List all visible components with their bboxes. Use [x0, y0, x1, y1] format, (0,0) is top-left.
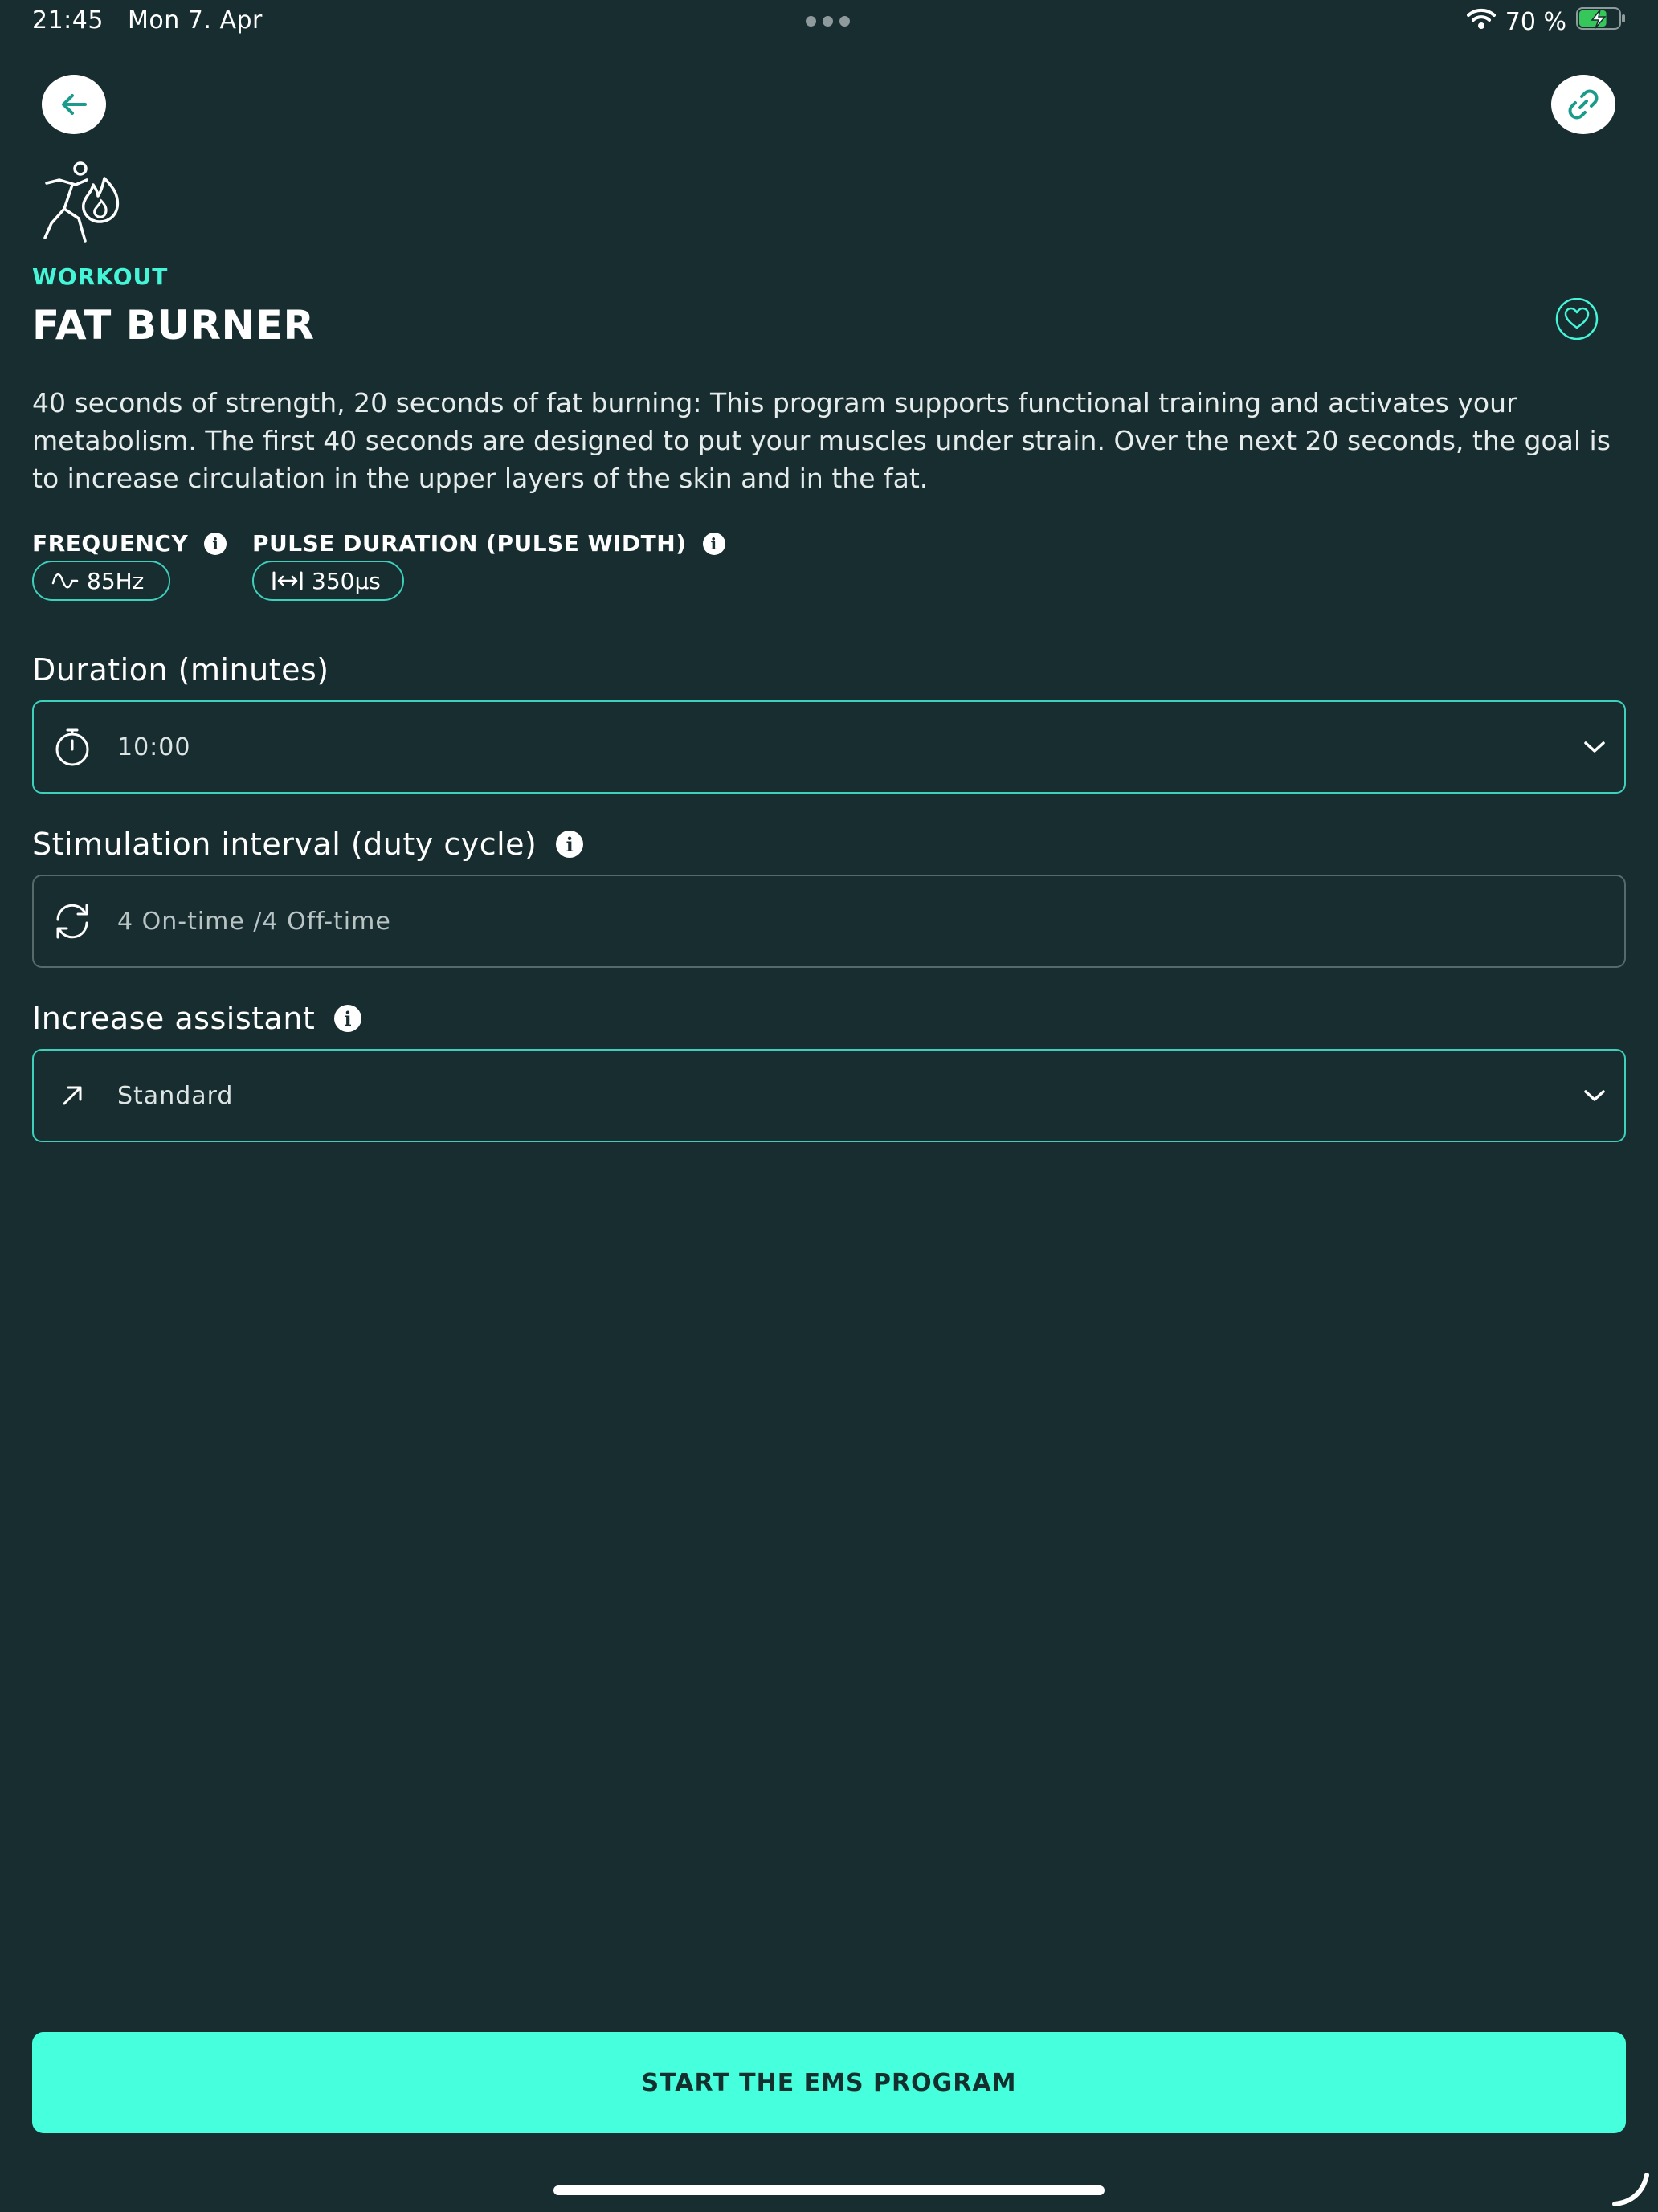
interval-label: Stimulation interval (duty cycle)	[32, 826, 537, 862]
program-title: FAT BURNER	[32, 302, 315, 349]
corner-gesture-icon	[1610, 2169, 1652, 2212]
interval-label-row: Stimulation interval (duty cycle) i	[32, 826, 584, 862]
assistant-label: Increase assistant	[32, 1001, 316, 1036]
battery-percent: 70 %	[1505, 7, 1566, 36]
share-link-button[interactable]	[1551, 75, 1615, 134]
back-button[interactable]	[42, 75, 106, 134]
runner-fire-icon	[40, 161, 124, 251]
frequency-label: FREQUENCY	[32, 530, 189, 557]
status-right: 70 %	[1466, 6, 1626, 37]
frequency-label-row: FREQUENCY i	[32, 530, 227, 557]
frequency-value: 85Hz	[87, 567, 145, 594]
frequency-info-icon[interactable]: i	[204, 532, 227, 555]
arrow-up-right-icon	[51, 1075, 93, 1116]
pulse-width-icon	[272, 571, 303, 590]
chevron-down-icon	[1584, 741, 1605, 753]
assistant-label-row: Increase assistant i	[32, 1001, 362, 1036]
interval-info-icon[interactable]: i	[556, 831, 584, 858]
status-date: Mon 7. Apr	[128, 6, 263, 35]
assistant-select[interactable]: Standard	[32, 1049, 1626, 1142]
pulse-chip: 350µs	[252, 561, 404, 601]
battery-charging-icon	[1576, 6, 1626, 37]
duration-label-row: Duration (minutes)	[32, 652, 329, 688]
pulse-label-row: PULSE DURATION (PULSE WIDTH) i	[252, 530, 725, 557]
chevron-down-icon	[1584, 1090, 1605, 1101]
duration-label: Duration (minutes)	[32, 652, 329, 688]
pulse-label: PULSE DURATION (PULSE WIDTH)	[252, 530, 687, 557]
wifi-icon	[1466, 7, 1496, 36]
status-time-date: 21:45 Mon 7. Apr	[32, 6, 263, 35]
assistant-info-icon[interactable]: i	[334, 1005, 362, 1032]
interval-field: 4 On-time /4 Off-time	[32, 875, 1626, 968]
duration-value: 10:00	[117, 733, 191, 761]
pulse-info-icon[interactable]: i	[702, 532, 725, 555]
arrow-left-icon	[62, 94, 87, 115]
assistant-value: Standard	[117, 1081, 234, 1110]
duration-select[interactable]: 10:00	[32, 700, 1626, 794]
program-description: 40 seconds of strength, 20 seconds of fa…	[32, 387, 1611, 494]
multitasking-dots[interactable]	[806, 16, 850, 27]
pulse-value: 350µs	[312, 567, 381, 594]
status-time: 21:45	[32, 6, 104, 35]
heart-icon	[1555, 297, 1599, 341]
frequency-chip: 85Hz	[32, 561, 170, 601]
refresh-icon	[51, 900, 93, 942]
start-program-button[interactable]: START THE EMS PROGRAM	[32, 2032, 1626, 2133]
program-category: WORKOUT	[32, 263, 169, 290]
home-indicator[interactable]	[553, 2185, 1105, 2195]
favorite-button[interactable]	[1554, 297, 1599, 343]
interval-value: 4 On-time /4 Off-time	[117, 907, 391, 936]
link-icon	[1568, 89, 1599, 120]
sine-wave-icon	[51, 573, 79, 589]
stopwatch-icon	[51, 726, 93, 768]
